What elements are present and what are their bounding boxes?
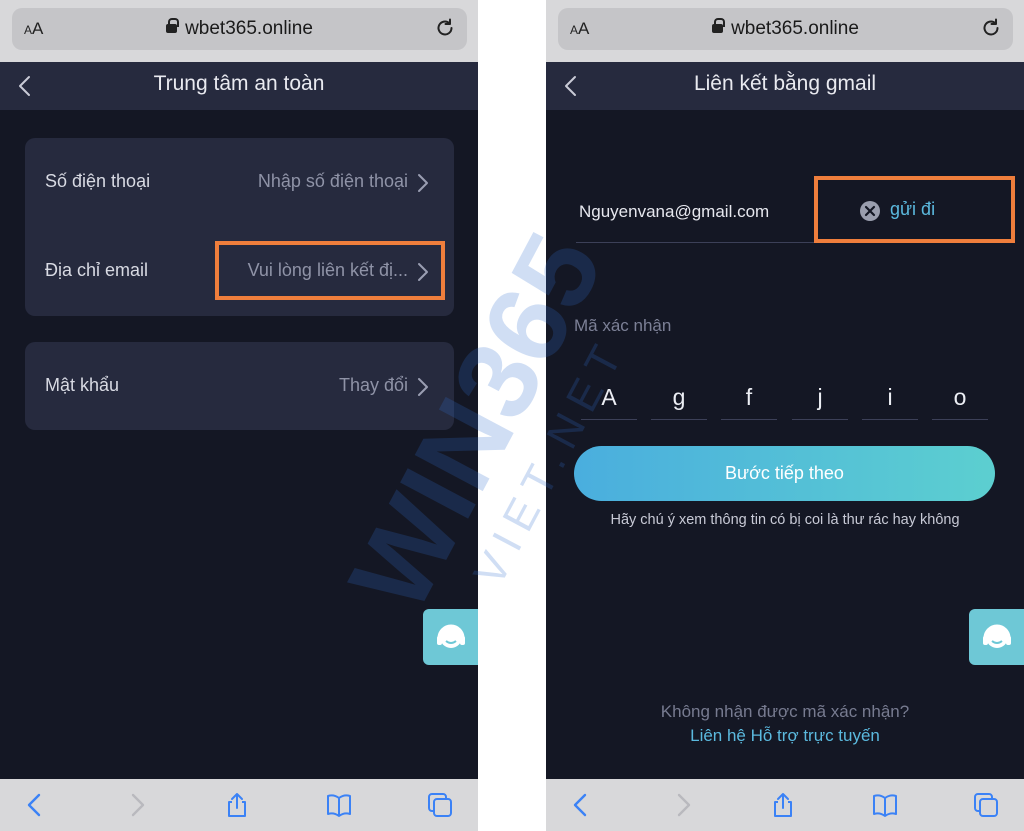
- password-card: Mật khẩu Thay đổi: [25, 342, 454, 430]
- safari-toolbar: [0, 779, 478, 831]
- chat-support-icon: [437, 624, 465, 648]
- email-address-label: Địa chỉ email: [45, 260, 149, 280]
- password-change-value: Thay đổi: [338, 375, 408, 395]
- next-step-button[interactable]: Bước tiếp theo: [574, 446, 995, 501]
- verification-code-label: Mã xác nhận: [574, 316, 672, 335]
- nav-forward-icon[interactable]: [670, 792, 696, 818]
- spam-note: Hãy chú ý xem thông tin có bị coi là thư…: [610, 512, 960, 528]
- tabs-icon[interactable]: [427, 792, 453, 818]
- url-field[interactable]: AA wbet365.online: [12, 8, 467, 50]
- code-digit-1[interactable]: A: [581, 378, 637, 420]
- chat-support-button[interactable]: [969, 609, 1024, 665]
- password-label: Mật khẩu: [45, 375, 120, 395]
- code-digit-3[interactable]: f: [721, 378, 777, 420]
- safari-address-bar: AA wbet365.online: [546, 0, 1024, 62]
- share-icon[interactable]: [770, 792, 796, 818]
- code-digit-5[interactable]: i: [862, 378, 918, 420]
- chevron-right-icon: [418, 174, 428, 192]
- share-icon[interactable]: [224, 792, 250, 818]
- phone-number-value: Nhập số điện thoại: [257, 171, 408, 191]
- online-support-link[interactable]: Liên hệ Hỗ trợ trực tuyến: [546, 726, 1024, 746]
- password-row[interactable]: Mật khẩu Thay đổi: [25, 342, 454, 431]
- chevron-right-icon: [418, 378, 428, 396]
- reload-icon[interactable]: [433, 16, 457, 40]
- bookmarks-icon[interactable]: [326, 792, 352, 818]
- bookmarks-icon[interactable]: [872, 792, 898, 818]
- url-text: wbet365.online: [558, 18, 1013, 40]
- safari-toolbar: [546, 779, 1024, 831]
- url-field[interactable]: AA wbet365.online: [558, 8, 1013, 50]
- url-text: wbet365.online: [12, 18, 467, 40]
- app-header: Liên kết bằng gmail: [546, 62, 1024, 110]
- lock-icon: [712, 18, 726, 33]
- chat-support-icon: [983, 624, 1011, 648]
- lock-icon: [166, 18, 180, 33]
- nav-back-icon[interactable]: [568, 792, 594, 818]
- page-title: Trung tâm an toàn: [153, 72, 325, 95]
- code-digit-2[interactable]: g: [651, 378, 707, 420]
- nav-forward-icon[interactable]: [124, 792, 150, 818]
- code-digit-4[interactable]: j: [792, 378, 848, 420]
- email-input-underline: [576, 242, 816, 243]
- email-input[interactable]: Nguyenvana@gmail.com: [579, 202, 769, 222]
- phone-number-label: Số điện thoại: [45, 171, 151, 191]
- page-title: Liên kết bằng gmail: [693, 72, 877, 95]
- highlight-box-send: [814, 176, 1015, 243]
- code-digit-6[interactable]: o: [932, 378, 988, 420]
- highlight-box-email: [215, 241, 445, 300]
- chat-support-button[interactable]: [423, 609, 478, 665]
- nav-back-icon[interactable]: [22, 792, 48, 818]
- phone-security-center: AA wbet365.online Trung tâm an toàn Số đ…: [0, 0, 478, 831]
- phone-number-row[interactable]: Số điện thoại Nhập số điện thoại: [25, 138, 454, 227]
- safari-address-bar: AA wbet365.online: [0, 0, 478, 62]
- phone-link-gmail: AA wbet365.online Liên kết bằng gmail Ng…: [546, 0, 1024, 831]
- tabs-icon[interactable]: [973, 792, 999, 818]
- no-code-text: Không nhận được mã xác nhận?: [660, 702, 910, 721]
- app-header: Trung tâm an toàn: [0, 62, 478, 110]
- reload-icon[interactable]: [979, 16, 1003, 40]
